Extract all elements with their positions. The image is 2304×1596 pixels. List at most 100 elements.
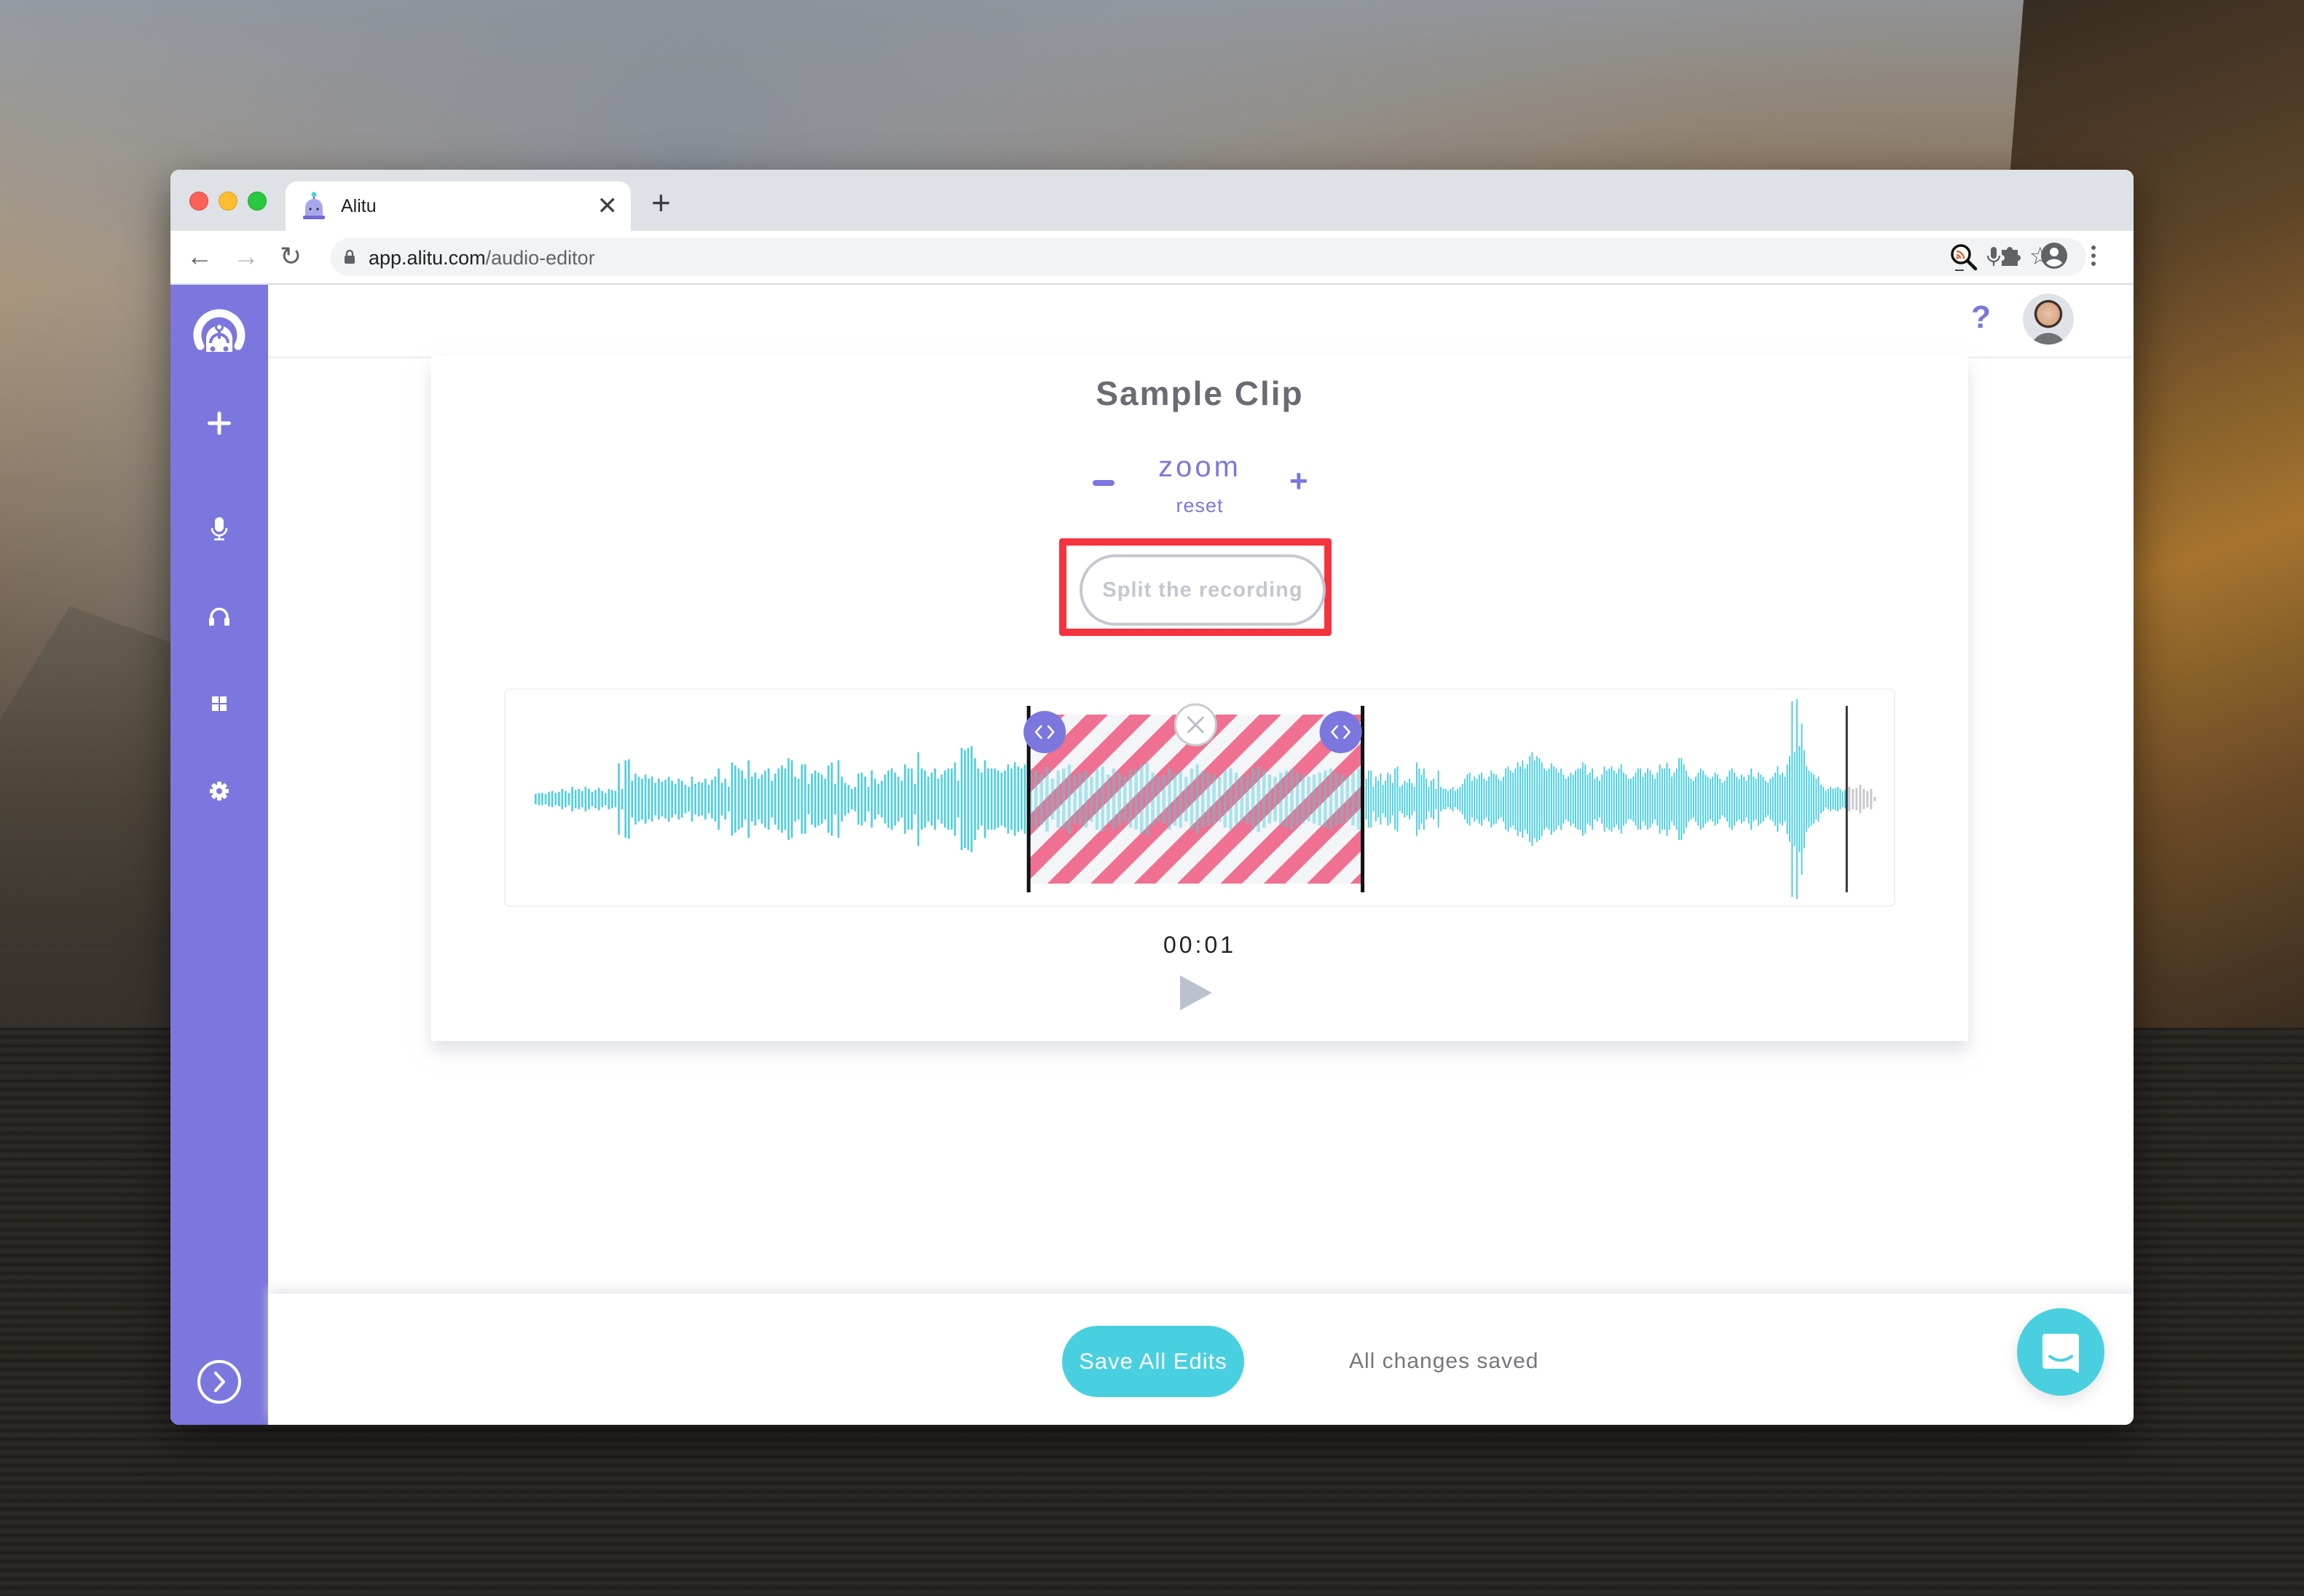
- waveform-bar: [1023, 764, 1026, 834]
- waveform-bar: [688, 787, 690, 811]
- waveform-bar: [671, 780, 673, 818]
- waveform-bar: [567, 793, 570, 806]
- close-icon[interactable]: ✕: [597, 192, 618, 221]
- sidebar-expand-button[interactable]: [170, 1356, 268, 1407]
- waveform-bar: [1478, 774, 1480, 824]
- alitu-logo-icon[interactable]: [170, 301, 268, 359]
- chat-launcher-button[interactable]: [2017, 1308, 2104, 1396]
- waveform-bar: [1584, 764, 1587, 834]
- waveform-bar: [1832, 789, 1834, 809]
- waveform-bar: [857, 774, 860, 825]
- minimize-window-button[interactable]: [219, 192, 237, 211]
- waveform-bar: [588, 789, 590, 809]
- remove-selection-button[interactable]: [1173, 703, 1217, 747]
- sidebar-item-settings[interactable]: [170, 773, 268, 809]
- waveform-bar: [1817, 777, 1820, 822]
- waveform-bar: [1240, 777, 1244, 822]
- waveform-bar: [1251, 768, 1255, 830]
- waveform-panel[interactable]: [504, 688, 1895, 907]
- waveform-bar: [720, 782, 723, 816]
- waveform-bar: [777, 768, 780, 830]
- selection-end-handle[interactable]: [1319, 711, 1362, 753]
- waveform[interactable]: [506, 690, 1897, 908]
- waveform-bar: [1579, 768, 1581, 830]
- waveform-bar: [1611, 766, 1613, 832]
- waveform-bar: [1123, 777, 1127, 822]
- waveform-bar: [1440, 787, 1442, 811]
- selection-start-handle[interactable]: [1023, 711, 1066, 753]
- waveform-bar: [1459, 787, 1461, 811]
- waveform-bar: [1688, 777, 1690, 822]
- waveform-bar: [1246, 774, 1249, 824]
- waveform-bar: [1685, 770, 1687, 828]
- waveform-bar: [1385, 780, 1386, 818]
- arrow-right-icon[interactable]: →: [233, 241, 259, 272]
- waveform-bar: [844, 782, 846, 816]
- waveform-bar: [1791, 701, 1793, 897]
- user-avatar[interactable]: [2023, 294, 2074, 345]
- waveform-bar: [814, 770, 817, 828]
- waveform-bar: [1195, 764, 1199, 834]
- waveform-bar: [1844, 790, 1846, 809]
- waveform-bar: [1769, 779, 1772, 819]
- waveform-bar: [1709, 779, 1711, 819]
- waveform-bar: [1279, 772, 1283, 826]
- waveform-bar: [934, 768, 936, 830]
- waveform-bar: [1128, 770, 1133, 828]
- waveform-bar: [565, 790, 567, 808]
- waveform-bar: [947, 768, 950, 830]
- waveform-bar: [867, 787, 870, 811]
- account-circle-icon[interactable]: [2040, 241, 2069, 270]
- waveform-bar: [1485, 780, 1487, 818]
- waveform-bar: [1101, 766, 1105, 832]
- waveform-bar: [1411, 782, 1413, 816]
- zoom-reset-button[interactable]: reset: [431, 495, 1968, 517]
- zoom-in-button[interactable]: +: [1289, 465, 1308, 498]
- kebab-menu-icon[interactable]: [2089, 241, 2098, 270]
- url-text[interactable]: app.alitu.com/audio-editor: [369, 247, 595, 270]
- waveform-bar: [1442, 789, 1444, 809]
- zoom-reset-label[interactable]: reset: [1176, 495, 1223, 516]
- waveform-bar: [684, 785, 687, 814]
- close-window-button[interactable]: [189, 192, 208, 211]
- podcast-search-icon[interactable]: [1948, 241, 1980, 273]
- waveform-bar: [1329, 768, 1333, 830]
- waveform-bar: [1490, 770, 1493, 828]
- waveform-bar: [967, 748, 970, 850]
- arrow-left-icon[interactable]: ←: [186, 241, 213, 272]
- help-button[interactable]: ?: [1971, 299, 1991, 336]
- lock-icon[interactable]: [344, 249, 355, 264]
- save-all-edits-button[interactable]: Save All Edits: [1062, 1326, 1244, 1397]
- puzzle-icon[interactable]: [1996, 241, 2025, 270]
- waveform-bar: [774, 774, 776, 825]
- waveform-bar: [1572, 774, 1574, 824]
- waveform-bar: [1577, 768, 1579, 830]
- address-bar[interactable]: app.alitu.com/audio-editor ☆: [331, 238, 2086, 276]
- sidebar-item-dashboard[interactable]: [170, 685, 268, 722]
- waveform-bar: [1793, 752, 1796, 846]
- waveform-bar: [1062, 768, 1066, 830]
- browser-tab[interactable]: Alitu ✕: [286, 181, 631, 231]
- chevron-right-circle-icon: [197, 1360, 241, 1404]
- waveform-bar: [904, 764, 906, 834]
- play-button[interactable]: [1179, 974, 1214, 1012]
- waveform-bar: [544, 794, 547, 804]
- maximize-window-button[interactable]: [248, 192, 267, 211]
- waveform-bar: [1073, 774, 1077, 824]
- waveform-bar: [1784, 777, 1786, 822]
- sidebar-item-record[interactable]: [170, 511, 268, 547]
- waveform-bar: [1370, 770, 1372, 828]
- waveform-bar: [1514, 768, 1517, 830]
- sidebar-item-add[interactable]: [170, 401, 268, 445]
- waveform-bar: [1758, 772, 1759, 826]
- waveform-bar: [1404, 780, 1406, 818]
- split-recording-button[interactable]: Split the recording: [1080, 554, 1326, 626]
- waveform-bar: [1454, 790, 1456, 808]
- waveform-bar: [704, 779, 707, 819]
- waveform-bar: [1815, 779, 1817, 819]
- waveform-bar: [1716, 774, 1718, 824]
- reload-icon[interactable]: ↻: [280, 241, 302, 272]
- sidebar-item-listen[interactable]: [170, 598, 268, 634]
- plus-icon[interactable]: +: [651, 186, 671, 219]
- waveform-bar: [1284, 770, 1289, 828]
